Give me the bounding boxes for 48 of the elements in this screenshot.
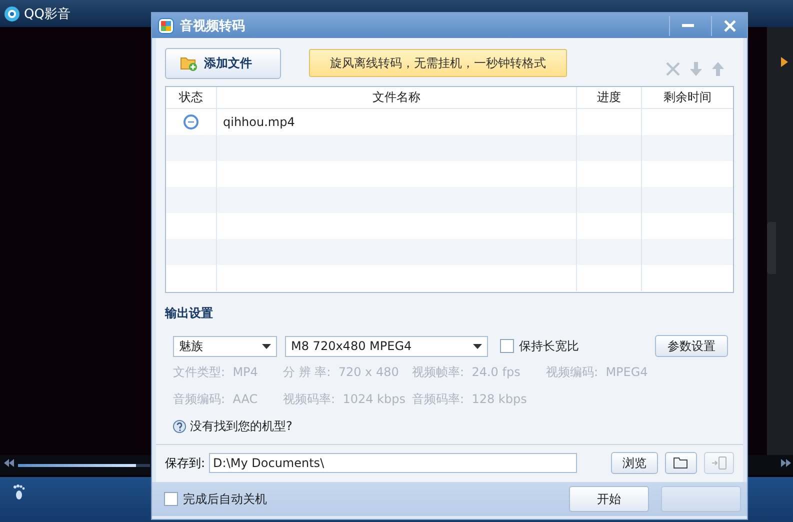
start-button[interactable]: 开始 — [569, 486, 649, 512]
rewind-icon[interactable] — [4, 459, 14, 467]
checkbox-label: 保持长宽比 — [519, 338, 579, 354]
browse-button[interactable]: 浏览 — [611, 452, 658, 474]
play-icon — [781, 57, 788, 67]
path-field[interactable]: D:\My Documents\ — [209, 453, 578, 473]
column-header[interactable]: 文件名称 — [217, 87, 577, 108]
info-text: 视频帧率: 24.0 fps — [412, 364, 522, 381]
collapse-handle[interactable] — [767, 222, 776, 274]
app-title: QQ影音 — [24, 6, 70, 22]
column-header[interactable]: 进度 — [577, 87, 642, 108]
caret-icon — [262, 344, 271, 348]
settings-button[interactable]: 参数设置 — [655, 335, 728, 357]
folder-add-icon — [180, 55, 198, 71]
dialog-logo-icon — [158, 18, 174, 34]
info-text: 分 辨 率: 720 x 480 — [283, 364, 400, 381]
section-heading: 输出设置 — [165, 305, 214, 322]
help-link[interactable]: 没有找到您的机型? — [190, 418, 292, 435]
close-icon — [724, 20, 736, 32]
status-icon — [183, 114, 199, 130]
info-text: 音频码率: 128 kbps — [412, 391, 528, 408]
dialog-title: 音视频转码 — [180, 18, 246, 34]
device-icon — [711, 456, 728, 470]
open-folder-button[interactable] — [665, 452, 698, 474]
checkbox-label: 完成后自动关机 — [183, 490, 267, 508]
checkbox[interactable] — [500, 339, 514, 353]
add-file-button[interactable]: 添加文件 — [165, 48, 281, 78]
info-text: 视频编码: MPEG4 — [546, 364, 649, 381]
file-name: qihhou.mp4 — [223, 115, 295, 129]
device-button[interactable] — [704, 452, 734, 474]
checkbox[interactable] — [164, 492, 178, 506]
forward-icon[interactable] — [781, 459, 791, 467]
folder-icon — [673, 457, 690, 469]
info-text: 文件类型: MP4 — [173, 364, 259, 381]
model-dropdown[interactable]: M8 720x480 MPEG4 — [285, 336, 488, 356]
field-label: 保存到: — [165, 454, 206, 472]
app-logo-icon — [4, 6, 20, 22]
help-icon[interactable] — [173, 420, 186, 433]
brand-dropdown[interactable]: 魅族 — [173, 336, 277, 356]
minimize-icon — [682, 24, 694, 28]
footprint-icon[interactable] — [12, 484, 26, 500]
progress-track[interactable] — [18, 464, 150, 467]
info-text: 音频编码: AAC — [173, 391, 259, 408]
caret-icon — [473, 344, 482, 348]
column-header[interactable]: 状态 — [166, 87, 217, 108]
info-text: 视频码率: 1024 kbps — [283, 391, 406, 408]
column-header[interactable]: 剩余时间 — [642, 87, 733, 108]
promo-banner[interactable]: 旋风离线转码，无需挂机，一秒钟转格式 — [309, 49, 567, 77]
